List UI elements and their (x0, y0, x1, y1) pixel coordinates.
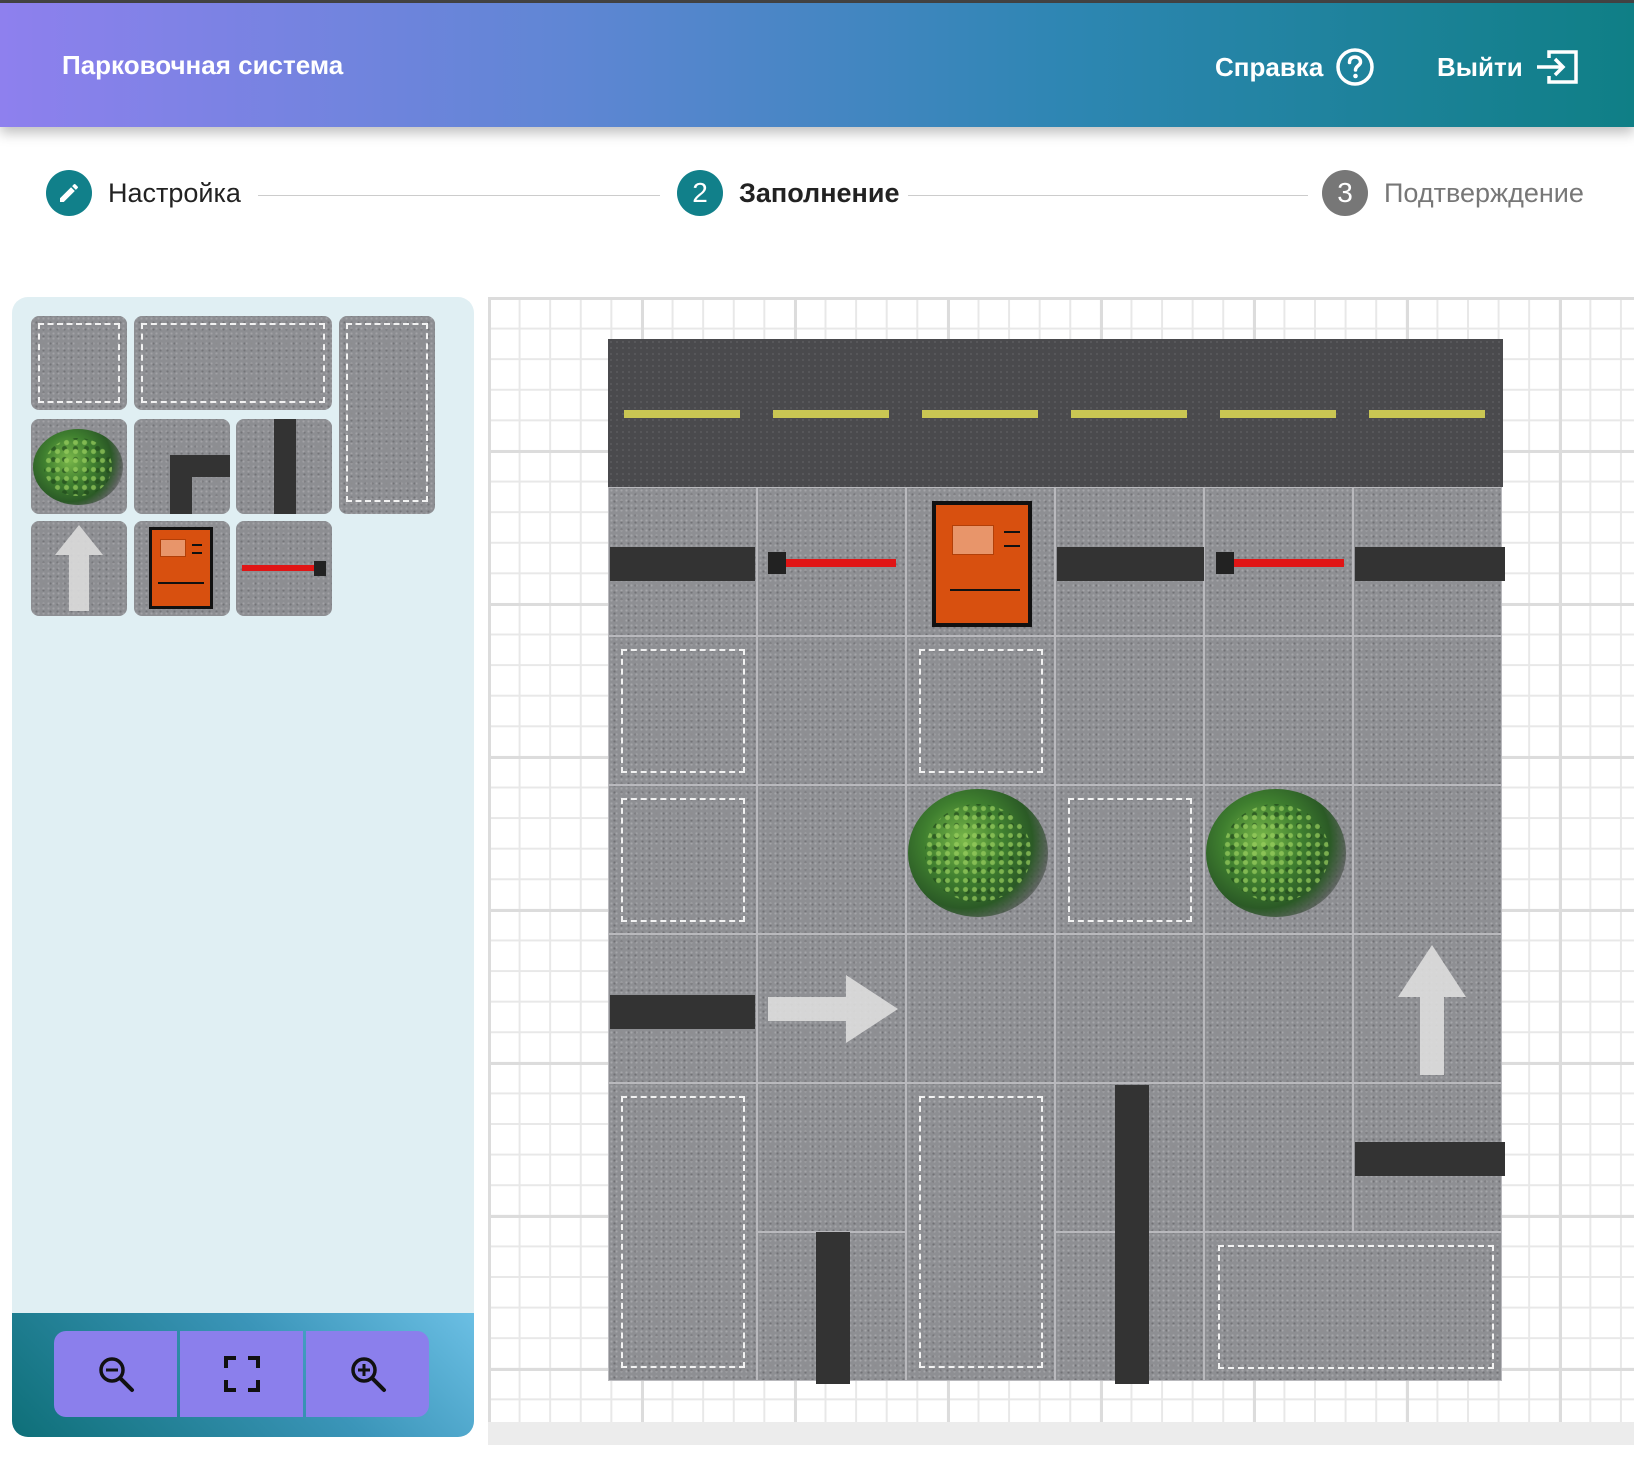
step-2-label: Заполнение (739, 177, 900, 208)
kiosk-screen (952, 525, 994, 555)
parking-spot[interactable] (621, 1096, 745, 1368)
parking-spot[interactable] (621, 649, 745, 773)
parking-spot-marking (38, 323, 120, 403)
lot-cell[interactable] (1204, 636, 1353, 785)
payment-kiosk-icon (149, 527, 213, 609)
barrier-arm[interactable] (786, 559, 896, 567)
logout-label: Выйти (1437, 51, 1523, 82)
app-header: Парковочная система Справка Выйти (0, 3, 1634, 127)
barrier-post-icon[interactable] (1216, 552, 1234, 574)
step-1-label: Настройка (108, 177, 241, 208)
lot-cell[interactable] (1204, 934, 1353, 1083)
lane-marking (624, 410, 740, 418)
wall-horizontal[interactable] (610, 547, 755, 581)
zoom-toolbar (12, 1313, 474, 1437)
step-connector-2 (908, 195, 1308, 196)
arrow-up-icon (55, 525, 103, 611)
parking-spot[interactable] (919, 649, 1043, 773)
arrow-right-icon[interactable] (766, 971, 900, 1047)
road[interactable] (608, 339, 1503, 487)
wall-horizontal[interactable] (1355, 1142, 1505, 1176)
parking-lot (608, 339, 1505, 1384)
wall-horizontal[interactable] (1057, 547, 1204, 581)
arrow-up-icon[interactable] (1394, 943, 1470, 1077)
exit-icon (1536, 50, 1578, 84)
palette-payment-kiosk[interactable] (134, 521, 230, 616)
wall-vertical[interactable] (816, 1232, 850, 1384)
element-palette (12, 297, 474, 1437)
canvas-scrollbar-track[interactable] (488, 1422, 1634, 1445)
kiosk-line (1004, 531, 1020, 533)
fit-screen-icon (223, 1356, 260, 1392)
bush-icon (33, 429, 123, 505)
stepper: Настройка 2 Заполнение 3 Подтверждение (0, 170, 1634, 220)
palette-barrier[interactable] (236, 521, 332, 616)
parking-spot[interactable] (919, 1096, 1043, 1368)
step-3-marker: 3 (1322, 170, 1368, 216)
barrier-arm (242, 565, 314, 571)
lot-cell[interactable] (1055, 934, 1204, 1083)
zoom-out-icon (98, 1357, 134, 1392)
palette-wall-vertical[interactable] (236, 419, 332, 514)
app-title: Парковочная система (62, 50, 344, 80)
step-connector-1 (258, 195, 660, 196)
kiosk-line (192, 544, 202, 546)
parking-spot[interactable] (621, 798, 745, 922)
kiosk-line (1004, 545, 1020, 547)
zoom-out-button[interactable] (54, 1331, 177, 1417)
lane-marking (922, 410, 1038, 418)
palette-arrow[interactable] (31, 521, 127, 616)
parking-spot-marking (141, 323, 325, 403)
palette-parking-spot-small[interactable] (31, 316, 127, 410)
barrier-post-icon[interactable] (768, 552, 786, 574)
palette-bush[interactable] (31, 419, 127, 514)
lot-cell[interactable] (1204, 1083, 1353, 1232)
lot-cell[interactable] (757, 636, 906, 785)
lane-marking (1071, 410, 1187, 418)
barrier-arm[interactable] (1234, 559, 1344, 567)
parking-spot-marking (346, 323, 428, 502)
pencil-icon (60, 183, 78, 202)
zoom-in-icon (350, 1357, 386, 1392)
lane-marking (1220, 410, 1336, 418)
lane-marking (773, 410, 889, 418)
parking-spot[interactable] (1218, 1245, 1494, 1369)
palette-parking-spot-tall[interactable] (339, 316, 435, 514)
fit-screen-button[interactable] (180, 1331, 303, 1417)
logout-button[interactable]: Выйти (1437, 43, 1579, 91)
wall-corner-icon-leg (170, 455, 192, 514)
step-3-label: Подтверждение (1384, 177, 1584, 208)
lot-cell[interactable] (757, 785, 906, 934)
kiosk-line (192, 552, 202, 554)
barrier-post-icon (314, 561, 326, 576)
kiosk-line (950, 589, 1020, 591)
wall-horizontal[interactable] (1355, 547, 1505, 581)
wall-vertical-icon (274, 419, 296, 514)
palette-parking-spot-wide[interactable] (134, 316, 332, 410)
lot-cell[interactable] (1353, 785, 1502, 934)
help-button[interactable]: Справка (1215, 43, 1375, 91)
payment-kiosk-icon[interactable] (932, 501, 1032, 627)
parking-spot[interactable] (1068, 798, 1192, 922)
step-settings[interactable]: Настройка (46, 170, 241, 216)
lot-cell[interactable] (1055, 636, 1204, 785)
kiosk-screen (160, 539, 186, 557)
step-filling[interactable]: 2 Заполнение (677, 170, 899, 216)
bush-icon[interactable] (908, 789, 1048, 917)
kiosk-line (158, 582, 204, 584)
step-1-marker (46, 170, 92, 216)
help-label: Справка (1215, 51, 1324, 82)
wall-vertical[interactable] (1115, 1085, 1149, 1384)
lot-cell[interactable] (1353, 636, 1502, 785)
step-2-marker: 2 (677, 170, 723, 216)
step-confirmation[interactable]: 3 Подтверждение (1322, 170, 1584, 216)
palette-wall-corner[interactable] (134, 419, 230, 514)
wall-horizontal[interactable] (610, 995, 755, 1029)
lot-cell[interactable] (757, 1083, 906, 1232)
lane-marking (1369, 410, 1485, 418)
question-circle-icon (1336, 48, 1375, 86)
bush-icon[interactable] (1206, 789, 1346, 917)
zoom-in-button[interactable] (306, 1331, 429, 1417)
lot-cell[interactable] (906, 934, 1055, 1083)
